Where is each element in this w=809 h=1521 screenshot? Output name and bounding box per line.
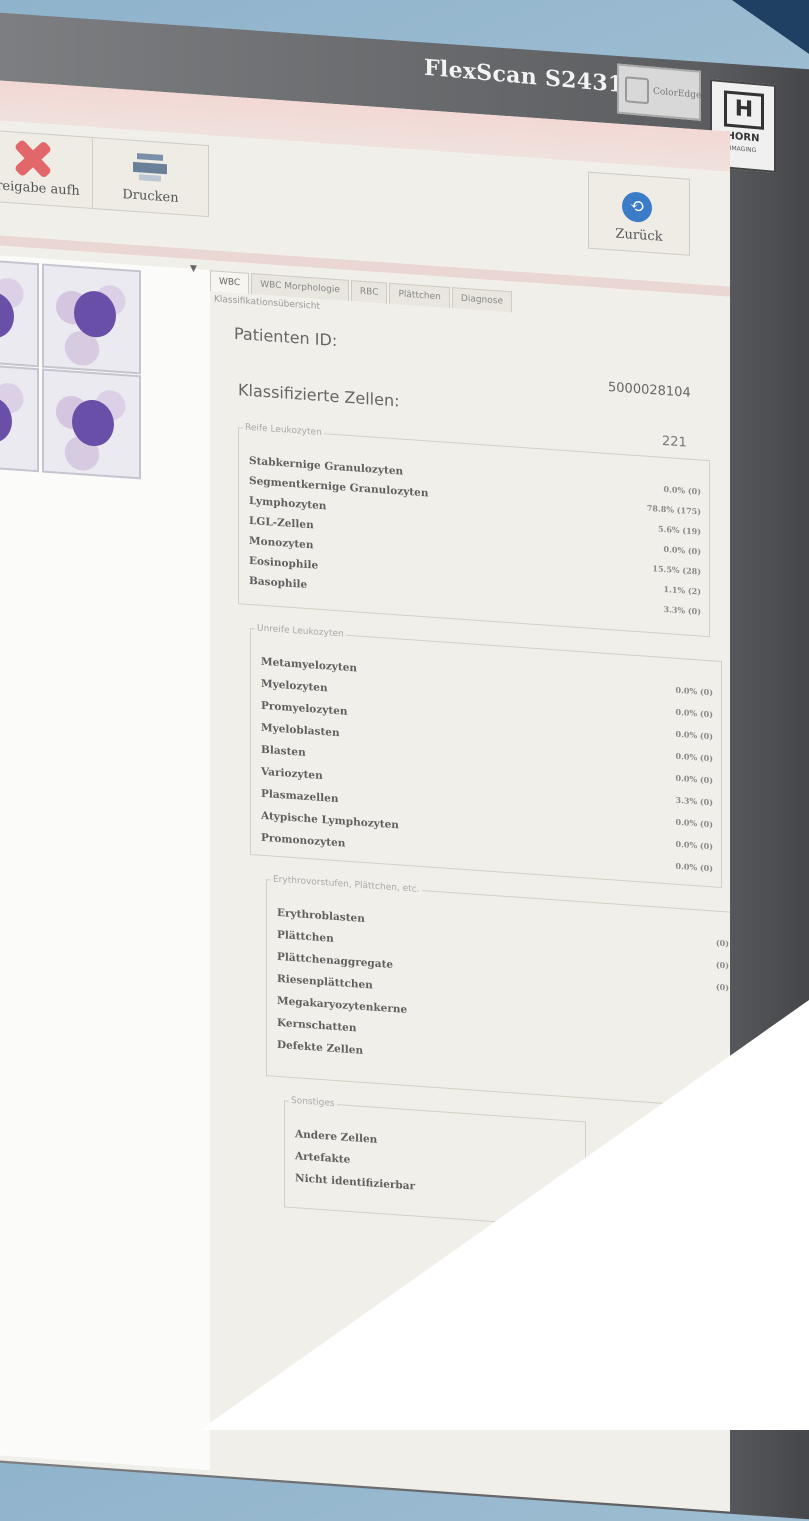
classified-cells-label: Klassifizierte Zellen: (238, 380, 400, 411)
classified-cells-value: 221 (662, 433, 687, 451)
cell-image-gallery[interactable] (0, 253, 211, 1471)
tab-rbc[interactable]: RBC (350, 280, 388, 304)
row-name: Metamyelozyten (261, 655, 358, 675)
row-value: 0.0% (0) (675, 750, 713, 764)
back-button[interactable]: ⟲ Zurück (588, 171, 690, 256)
row-name: Myelozyten (261, 677, 328, 695)
row-value: 0.0% (0) (675, 706, 713, 720)
cell-thumbnail[interactable] (42, 368, 141, 480)
patient-id-label: Patienten ID: (234, 323, 338, 351)
row-value: 0.0% (0) (675, 816, 713, 830)
row-value: (0) (715, 959, 729, 971)
row-name: Artefakte (295, 1150, 351, 1167)
row-name: Andere Zellen (295, 1128, 378, 1146)
classification-panel: WBC WBC Morphologie RBC Plättchen Diagno… (210, 270, 730, 1507)
row-value: (0) (715, 981, 729, 993)
back-label: Zurück (615, 226, 663, 245)
row-value: 0.0% (0) (675, 838, 713, 852)
row-name: Plättchen (277, 928, 334, 945)
print-button[interactable]: Drucken (92, 136, 209, 218)
row-value: 0.0% (0) (663, 543, 701, 557)
row-name: Blasten (261, 743, 306, 759)
row-value: 0.0% (0) (675, 860, 713, 874)
printer-icon (133, 153, 167, 183)
tab-wbc[interactable]: WBC (210, 270, 250, 294)
coloredge-mark-icon (625, 76, 649, 105)
group-mature-leukocytes: Reife Leukozyten Stabkernige Granulozyte… (238, 422, 710, 638)
group-erythro-platelets: Erythrovorstufen, Plättchen, etc. Erythr… (266, 874, 730, 1110)
row-value: (0) (715, 937, 729, 949)
print-label: Drucken (122, 187, 179, 207)
freigabe-label: Freigabe aufh (0, 177, 80, 200)
app-screen: Freigabe aufh Drucken ⟲ Zurück ▼ WBC WBC… (0, 78, 730, 1512)
tab-wbc-morphologie[interactable]: WBC Morphologie (251, 273, 349, 301)
row-value: 0.0% (0) (675, 684, 713, 698)
row-value: 0.0% (0) (675, 728, 713, 742)
row-value: 5.6% (19) (657, 523, 701, 537)
group-title: Erythrovorstufen, Plättchen, etc. (273, 874, 420, 895)
group-title: Sonstiges (291, 1095, 335, 1109)
row-value: 15.5% (28) (652, 563, 701, 577)
arrow-left-icon: ⟲ (622, 191, 652, 224)
group-immature-leukocytes: Unreife Leukozyten Metamyelozyten 0.0% (0… (250, 623, 722, 889)
row-value: 1.1% (2) (663, 583, 701, 597)
row-name: Variozyten (261, 765, 323, 783)
monitor-model-name: FlexScan S2431W (424, 54, 649, 101)
row-name: Erythroblasten (277, 906, 365, 926)
cell-thumbnail[interactable] (0, 256, 39, 368)
coloredge-logo: ColorEdge (617, 63, 702, 121)
background-corner-decoration (714, 0, 809, 57)
horn-logo-letter: H (724, 90, 764, 130)
group-title: Unreife Leukozyten (257, 623, 344, 640)
group-title: Reife Leukozyten (245, 422, 322, 439)
tab-diagnose[interactable]: Diagnose (451, 287, 512, 313)
tab-plaettchen[interactable]: Plättchen (389, 282, 450, 308)
cell-thumbnail[interactable] (0, 361, 39, 473)
cell-thumbnail[interactable] (42, 263, 141, 375)
row-value: 3.3% (0) (663, 603, 701, 617)
freigabe-aufheben-button[interactable]: Freigabe aufh (0, 128, 97, 210)
group-other: Sonstiges Andere Zellen Artefakte Nicht … (284, 1095, 586, 1229)
row-name: Stabkernige Granulozyten (249, 454, 404, 478)
row-value: 0.0% (0) (675, 772, 713, 786)
coloredge-logo-text: ColorEdge (653, 86, 702, 101)
patient-id-value: 5000028104 (608, 380, 691, 401)
chevron-down-icon[interactable]: ▼ (190, 264, 204, 279)
close-x-icon (11, 138, 51, 177)
row-value: 3.3% (0) (675, 794, 713, 808)
row-value: 0.0% (0) (663, 483, 701, 497)
